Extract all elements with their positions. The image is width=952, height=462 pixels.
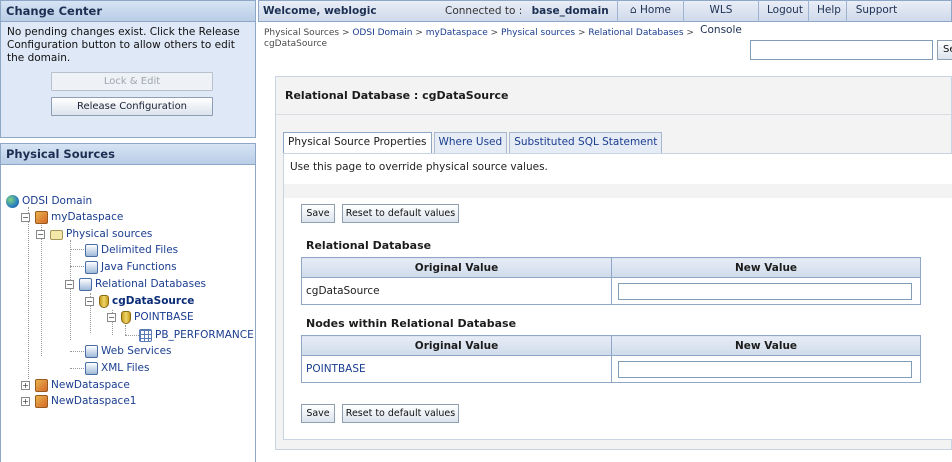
title-divider [276, 114, 951, 115]
section-title-nodes: Nodes within Relational Database [306, 317, 517, 330]
save-button[interactable]: Save [301, 204, 335, 223]
collapse-toggle-icon[interactable]: − [65, 280, 74, 289]
breadcrumb-link[interactable]: myDataspace [426, 28, 488, 38]
nodes-table: Original Value New Value POINTBASE [301, 335, 921, 383]
column-header-new: New Value [611, 335, 921, 356]
collapse-toggle-icon[interactable]: − [85, 297, 94, 306]
dataspace-icon [35, 211, 48, 224]
source-icon [85, 345, 98, 358]
globe-icon [6, 195, 19, 208]
source-icon [85, 244, 98, 257]
collapse-toggle-icon[interactable]: − [107, 313, 116, 322]
source-icon [85, 362, 98, 375]
tree-node-relational-databases[interactable]: − Relational Databases [65, 277, 206, 292]
table-row: POINTBASE [301, 355, 921, 383]
page-title: Relational Database : cgDataSource [285, 89, 509, 102]
tree-node-cgdatasource[interactable]: − cgDataSource [85, 294, 194, 309]
breadcrumb-link[interactable]: Physical sources [501, 28, 575, 38]
breadcrumb: Physical Sources > ODSI Domain > myDatas… [264, 28, 694, 49]
welcome-text: Welcome, weblogic [263, 5, 377, 17]
logout-link[interactable]: Logout [758, 0, 808, 22]
lock-edit-button[interactable]: Lock & Edit [51, 72, 213, 91]
new-value-cell [611, 277, 921, 305]
change-center-header: Change Center [0, 0, 256, 22]
collapse-toggle-icon[interactable]: − [21, 213, 30, 222]
change-center-panel: No pending changes exist. Click the Rele… [0, 22, 256, 138]
column-header-new: New Value [611, 257, 921, 278]
physical-sources-header: Physical Sources [0, 143, 256, 165]
original-value-link[interactable]: POINTBASE [301, 355, 612, 383]
tree-node-xml-files[interactable]: XML Files [85, 361, 149, 376]
collapse-toggle-icon[interactable]: − [36, 230, 45, 239]
tab-content: Use this page to override physical sourc… [283, 153, 952, 440]
tab-bar: Physical Source Properties Where Used Su… [283, 132, 664, 153]
tree-node-pointbase[interactable]: − POINTBASE [107, 310, 194, 325]
tree-node-java-functions[interactable]: Java Functions [85, 260, 177, 275]
top-bar: Welcome, weblogic Connected to : base_do… [258, 0, 952, 36]
expand-toggle-icon[interactable]: + [21, 381, 30, 390]
reset-defaults-button[interactable]: Reset to default values [342, 204, 459, 223]
page-hint: Use this page to override physical sourc… [290, 161, 548, 173]
source-icon [79, 278, 92, 291]
home-icon: ⌂ [629, 4, 637, 16]
tree-node-physical-sources[interactable]: − Physical sources [36, 227, 152, 242]
new-value-input[interactable] [618, 360, 912, 378]
wls-console-link[interactable]: WLS Console [683, 0, 758, 36]
connected-label: Connected to : [445, 5, 523, 17]
breadcrumb-link[interactable]: Relational Databases [588, 28, 683, 38]
save-button[interactable]: Save [301, 404, 335, 423]
breadcrumb-current: cgDataSource [264, 39, 328, 49]
tab-where-used[interactable]: Where Used [433, 132, 508, 153]
folder-icon [50, 229, 63, 240]
breadcrumb-item: Physical Sources [264, 28, 340, 38]
table-row: cgDataSource [301, 277, 921, 305]
left-column: Change Center No pending changes exist. … [0, 0, 256, 462]
tree-node-web-services[interactable]: Web Services [85, 344, 172, 359]
dataspace-icon [35, 395, 48, 408]
tree-node-pb-performance[interactable]: PB_PERFORMANCE [139, 328, 254, 343]
tree-node-newdataspace[interactable]: + NewDataspace [21, 378, 130, 393]
reset-defaults-button[interactable]: Reset to default values [342, 404, 459, 423]
original-value-cell: cgDataSource [301, 277, 612, 305]
domain-name: base_domain [531, 5, 609, 17]
support-link[interactable]: Support [846, 0, 906, 22]
tree-node-mydataspace[interactable]: − myDataspace [21, 210, 123, 225]
tree-node-delimited-files[interactable]: Delimited Files [85, 243, 178, 258]
relational-database-table: Original Value New Value cgDataSource [301, 257, 921, 305]
hint-divider [284, 184, 952, 198]
help-link[interactable]: Help [808, 0, 846, 22]
tree-node-newdataspace1[interactable]: + NewDataspace1 [21, 394, 136, 409]
expand-toggle-icon[interactable]: + [21, 397, 30, 406]
source-icon [85, 261, 98, 274]
column-header-original: Original Value [301, 257, 612, 278]
database-icon [99, 295, 109, 308]
connection-status: Connected to : base_domain [445, 5, 617, 17]
main-panel: Relational Database : cgDataSource Physi… [275, 76, 952, 450]
change-center-message: No pending changes exist. Click the Rele… [7, 26, 240, 64]
new-value-input[interactable] [618, 282, 912, 300]
tab-substituted-sql-statement[interactable]: Substituted SQL Statement [509, 132, 663, 153]
tree-node-odsi-domain[interactable]: ODSI Domain [6, 194, 92, 209]
section-title-relational-database: Relational Database [306, 239, 432, 252]
search-input[interactable] [750, 40, 933, 60]
home-link[interactable]: ⌂ Home [617, 0, 683, 22]
search-button[interactable]: Search [937, 40, 952, 60]
table-icon [139, 329, 152, 342]
new-value-cell [611, 355, 921, 383]
release-configuration-button[interactable]: Release Configuration [51, 97, 213, 116]
column-header-original: Original Value [301, 335, 612, 356]
dataspace-icon [35, 379, 48, 392]
breadcrumb-link[interactable]: ODSI Domain [352, 28, 412, 38]
database-icon [121, 311, 131, 324]
physical-sources-tree: ODSI Domain − myDataspace − Physical sou… [0, 165, 256, 462]
tab-physical-source-properties[interactable]: Physical Source Properties [283, 132, 432, 153]
